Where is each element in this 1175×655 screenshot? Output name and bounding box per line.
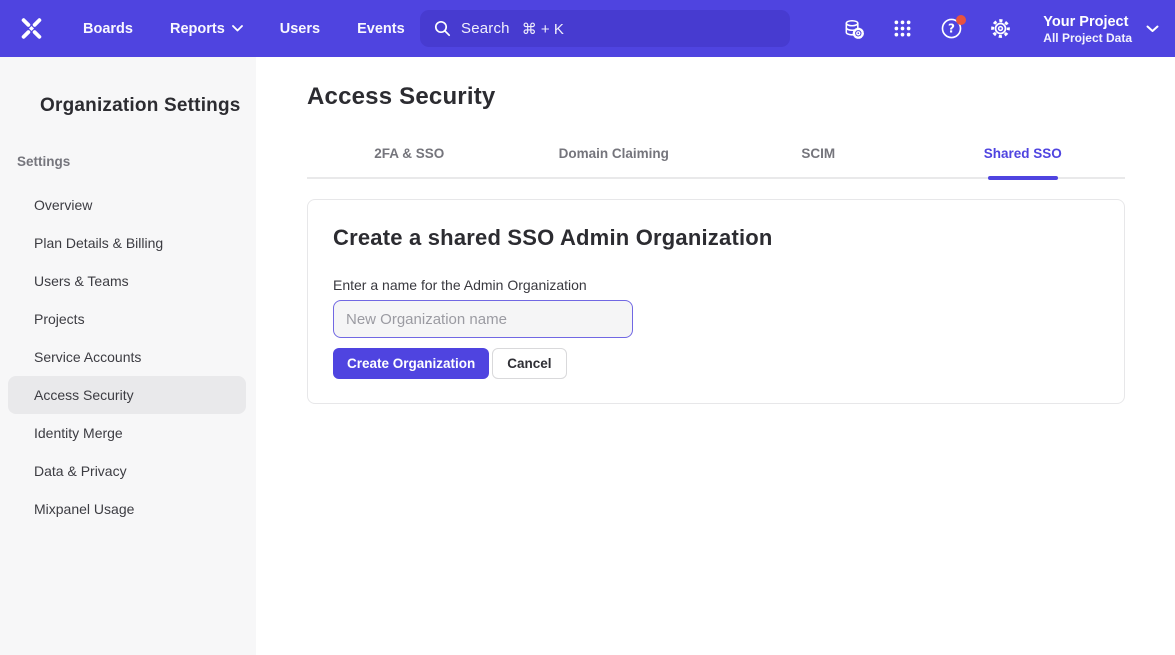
sidebar-item-data-privacy[interactable]: Data & Privacy — [8, 452, 246, 490]
sidebar-item-users-teams[interactable]: Users & Teams — [8, 262, 246, 300]
nav-item-reports[interactable]: Reports — [170, 21, 243, 37]
nav-item-boards[interactable]: Boards — [83, 21, 133, 37]
nav-item-label: Boards — [83, 21, 133, 37]
nav-item-events[interactable]: Events — [357, 21, 405, 37]
sidebar-item-list: Overview Plan Details & Billing Users & … — [0, 186, 256, 528]
data-management-icon[interactable] — [841, 17, 865, 41]
search-shortcut-hint: ⌘ + K — [522, 20, 564, 38]
chevron-down-icon — [1146, 25, 1159, 33]
tab-scim[interactable]: SCIM — [716, 146, 921, 177]
sidebar-item-projects[interactable]: Projects — [8, 300, 246, 338]
nav-item-label: Events — [357, 21, 405, 37]
page-title: Access Security — [307, 83, 1125, 111]
tab-domain-claiming[interactable]: Domain Claiming — [512, 146, 717, 177]
nav-item-users[interactable]: Users — [280, 21, 320, 37]
nav-item-label: Users — [280, 21, 320, 37]
mixpanel-logo[interactable] — [0, 15, 65, 42]
tab-shared-sso[interactable]: Shared SSO — [921, 146, 1126, 177]
card-title: Create a shared SSO Admin Organization — [333, 225, 1099, 251]
org-name-field-label: Enter a name for the Admin Organization — [333, 277, 1099, 293]
sidebar-item-service-accounts[interactable]: Service Accounts — [8, 338, 246, 376]
access-security-tabs: 2FA & SSO Domain Claiming SCIM Shared SS… — [307, 146, 1125, 179]
primary-nav-links: Boards Reports Users Events — [65, 21, 405, 37]
project-switcher[interactable]: Your Project All Project Data — [1043, 13, 1159, 45]
global-search-input[interactable]: Search ⌘ + K — [420, 10, 790, 47]
tab-2fa-sso[interactable]: 2FA & SSO — [307, 146, 512, 177]
nav-right-actions: ? Your Project All Project Data — [841, 0, 1159, 57]
sidebar-item-access-security[interactable]: Access Security — [8, 376, 246, 414]
nav-item-label: Reports — [170, 21, 225, 37]
org-name-input[interactable] — [333, 300, 633, 338]
settings-sidebar: Organization Settings Settings Overview … — [0, 57, 256, 655]
cancel-button[interactable]: Cancel — [492, 348, 566, 379]
search-placeholder: Search — [461, 20, 510, 37]
sidebar-title: Organization Settings — [0, 95, 256, 117]
form-actions: Create Organization Cancel — [333, 348, 1099, 379]
svg-text:?: ? — [948, 22, 955, 36]
help-icon[interactable]: ? — [939, 17, 963, 41]
sidebar-item-plan-details-billing[interactable]: Plan Details & Billing — [8, 224, 246, 262]
project-scope: All Project Data — [1043, 31, 1132, 45]
apps-grid-icon[interactable] — [890, 17, 914, 41]
sidebar-item-overview[interactable]: Overview — [8, 186, 246, 224]
sidebar-item-mixpanel-usage[interactable]: Mixpanel Usage — [8, 490, 246, 528]
create-organization-button[interactable]: Create Organization — [333, 348, 489, 379]
project-name: Your Project — [1043, 13, 1132, 31]
sidebar-item-identity-merge[interactable]: Identity Merge — [8, 414, 246, 452]
mixpanel-x-icon — [18, 15, 45, 42]
settings-gear-icon[interactable] — [988, 17, 1012, 41]
sidebar-section-label: Settings — [0, 154, 256, 169]
top-navigation-bar: Boards Reports Users Events Search ⌘ + K — [0, 0, 1175, 57]
main-content: Access Security 2FA & SSO Domain Claimin… — [256, 57, 1175, 655]
search-icon — [434, 20, 451, 37]
notification-dot — [956, 15, 966, 25]
shared-sso-card: Create a shared SSO Admin Organization E… — [307, 199, 1125, 404]
chevron-down-icon — [232, 25, 243, 32]
